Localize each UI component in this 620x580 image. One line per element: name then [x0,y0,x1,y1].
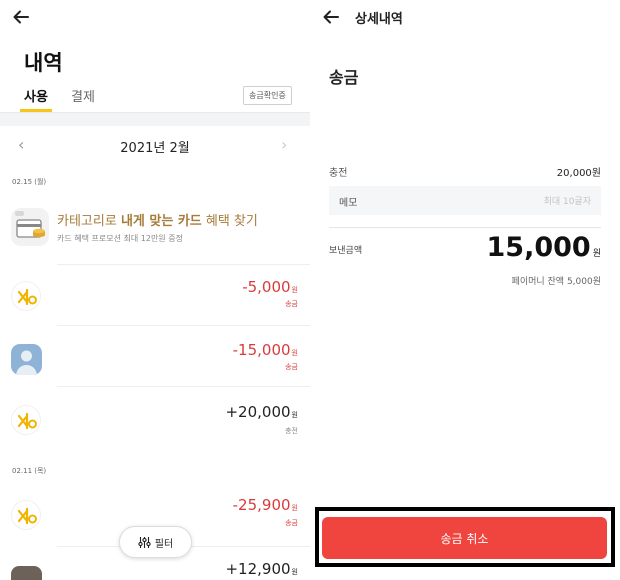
memo-placeholder: 최대 10글자 [543,197,591,207]
detail-panel: 상세내역 송금 충전 20,000원 메모 최대 10글자 보낸금액 15,00… [310,0,620,580]
row-divider [57,264,310,265]
balance-text: 페이머니 잔액 5,000원 [511,277,601,287]
kb-bank-icon [11,500,41,530]
sent-amount: 15,000 원 [486,232,601,263]
promo-subtitle: 카드 혜택 프로모션 최대 12만원 증정 [57,234,183,243]
transfer-certificate-button[interactable]: 송금확인증 [243,86,292,105]
transaction-amount: +20,000원 [225,403,298,421]
tab-usage[interactable]: 사용 [24,86,48,105]
card-promo-icon [11,208,49,246]
transaction-type: 송금 [285,300,298,308]
sent-amount-label: 보낸금액 [329,246,363,256]
transaction-amount: -5,000원 [242,278,298,296]
kb-bank-icon [11,405,41,435]
tab-payment[interactable]: 결제 [71,86,95,105]
avatar [11,344,42,375]
chevron-right-icon[interactable]: › [281,135,287,154]
divider [329,227,601,228]
page-title: 내역 [24,51,63,75]
date-group-label: 02.11 (목) [12,467,47,475]
transaction-amount: +12,900원 [225,560,298,578]
memo-label: 메모 [339,198,358,209]
filter-button[interactable]: 필터 [119,526,192,558]
transaction-kind: 송금 [329,68,359,87]
kb-bank-icon [11,281,41,311]
promo-title[interactable]: 카테고리로 내게 맞는 카드 혜택 찾기 [57,210,258,229]
page-title: 상세내역 [355,12,403,27]
row-divider [57,386,310,387]
month-label: 2021년 2월 [120,141,190,156]
charge-label: 충전 [329,168,348,179]
memo-field[interactable]: 메모 최대 10글자 [329,186,601,215]
back-arrow-icon[interactable] [320,6,342,28]
charge-value: 20,000원 [556,168,601,179]
back-arrow-icon[interactable] [10,6,32,28]
transaction-type: 충전 [285,427,298,435]
merchant-photo [11,566,42,580]
transaction-amount: -25,900원 [232,496,298,514]
transaction-type: 송금 [285,519,298,527]
date-group-label: 02.15 (월) [12,178,47,186]
history-panel: 내역 사용 결제 송금확인증 ‹ 2021년 2월 › 02.15 (월) 카테… [0,0,310,580]
section-separator [0,113,310,126]
filter-label: 필터 [154,538,174,550]
filter-icon [138,536,151,548]
row-divider [57,325,310,326]
transaction-amount: -15,000원 [232,341,298,359]
transaction-type: 송금 [285,363,298,371]
cancel-transfer-button[interactable]: 송금 취소 [322,517,607,559]
